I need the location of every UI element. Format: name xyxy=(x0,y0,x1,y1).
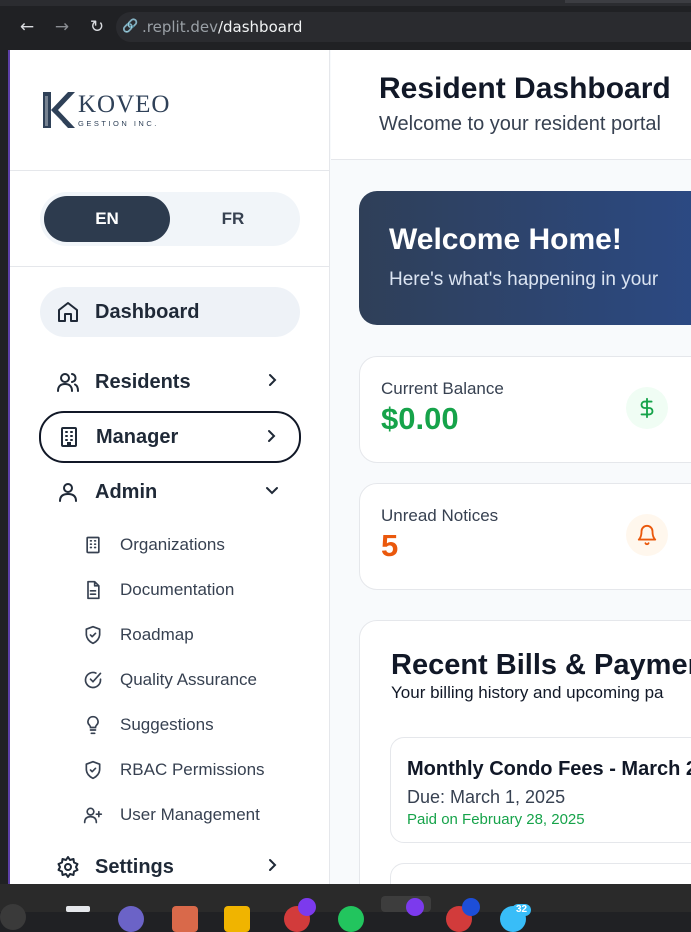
sidebar-subitem-rbac-permissions[interactable]: RBAC Permissions xyxy=(82,754,265,786)
welcome-title: Welcome Home! xyxy=(389,223,622,256)
sidebar-subitem-organizations[interactable]: Organizations xyxy=(82,529,225,561)
sidebar-subitem-roadmap[interactable]: Roadmap xyxy=(82,619,194,651)
page-title: Resident Dashboard xyxy=(379,72,671,105)
active-tab[interactable] xyxy=(565,0,691,3)
url-path: /dashboard xyxy=(217,18,303,36)
check-circle-icon xyxy=(82,669,104,691)
sidebar-item-label: Residents xyxy=(95,370,191,393)
dollar-icon xyxy=(626,387,668,429)
stat-label: Current Balance xyxy=(381,379,504,398)
shield-check-icon xyxy=(82,759,104,781)
app-icon[interactable] xyxy=(118,906,144,932)
lightbulb-icon xyxy=(82,714,104,736)
sidebar-subitem-quality-assurance[interactable]: Quality Assurance xyxy=(82,664,257,696)
sidebar-item-label: Settings xyxy=(95,855,174,878)
chevron-right-icon xyxy=(268,430,276,442)
sidebar-subitem-label: Roadmap xyxy=(120,625,194,644)
sidebar-divider xyxy=(10,266,330,267)
sidebar-item-label: Dashboard xyxy=(95,300,200,323)
sidebar-item-settings[interactable]: Settings xyxy=(40,842,300,884)
koveo-logo-mark-icon xyxy=(43,92,75,128)
language-en-button[interactable]: EN xyxy=(44,196,170,242)
profile-badge-icon xyxy=(406,898,424,916)
page-header: Resident Dashboard Welcome to your resid… xyxy=(331,50,691,160)
reload-icon[interactable]: ↻ xyxy=(86,16,108,38)
user-plus-icon xyxy=(82,804,104,826)
address-bar[interactable]: 🔗 .replit.dev/dashboard xyxy=(116,12,691,42)
current-balance-card[interactable]: Current Balance $0.00 xyxy=(359,356,691,463)
chevron-right-icon xyxy=(269,859,277,871)
recent-bills-card: Recent Bills & Paymen Your billing histo… xyxy=(359,620,691,884)
sidebar: KOVEO GESTION INC. EN FR Dashboard Resid… xyxy=(10,50,330,884)
document-icon xyxy=(82,579,104,601)
sidebar-item-manager[interactable]: Manager xyxy=(39,411,301,463)
logo-name: KOVEO xyxy=(78,90,171,118)
bills-subtitle: Your billing history and upcoming pa xyxy=(391,683,664,702)
stat-label: Unread Notices xyxy=(381,506,499,525)
gear-icon xyxy=(54,853,82,881)
user-icon xyxy=(54,478,82,506)
back-arrow-icon[interactable]: ← xyxy=(16,16,38,38)
url-host: .replit.dev xyxy=(142,18,218,36)
shield-icon xyxy=(82,624,104,646)
sidebar-item-admin[interactable]: Admin xyxy=(40,467,300,517)
bill-item[interactable] xyxy=(390,863,691,884)
sidebar-subitem-label: Suggestions xyxy=(120,715,214,734)
chevron-right-icon xyxy=(269,374,277,386)
logo-tagline: GESTION INC. xyxy=(78,118,159,128)
taskbar: 32 xyxy=(0,884,691,932)
bills-title: Recent Bills & Paymen xyxy=(391,649,691,681)
sidebar-subitem-user-management[interactable]: User Management xyxy=(82,799,260,831)
page-subtitle: Welcome to your resident portal xyxy=(379,113,661,135)
sidebar-item-label: Manager xyxy=(96,425,179,448)
users-icon xyxy=(54,368,82,396)
sidebar-subitem-label: Documentation xyxy=(120,580,235,599)
sidebar-subitem-documentation[interactable]: Documentation xyxy=(82,574,234,606)
app-window: KOVEO GESTION INC. EN FR Dashboard Resid… xyxy=(8,50,691,884)
logo-wordmark: KOVEO GESTION INC. xyxy=(78,90,171,128)
folder-icon[interactable] xyxy=(224,906,250,932)
stat-value: $0.00 xyxy=(381,401,459,436)
sidebar-subitem-label: User Management xyxy=(120,805,260,824)
building-icon xyxy=(82,534,104,556)
sidebar-subitem-label: RBAC Permissions xyxy=(120,760,265,779)
browser-toolbar: ← → ↻ 🔗 .replit.dev/dashboard xyxy=(0,0,691,50)
welcome-banner: Welcome Home! Here's what's happening in… xyxy=(359,191,691,325)
bell-icon xyxy=(626,514,668,556)
sidebar-subitem-label: Organizations xyxy=(120,535,225,554)
unread-notices-card[interactable]: Unread Notices 5 xyxy=(359,483,691,590)
sidebar-item-dashboard[interactable]: Dashboard xyxy=(40,287,300,337)
file-explorer-icon[interactable] xyxy=(66,906,90,912)
bill-due-date: Due: March 1, 2025 xyxy=(407,787,566,807)
sidebar-item-label: Admin xyxy=(95,480,158,503)
language-toggle: EN FR xyxy=(40,192,300,246)
chevron-down-icon xyxy=(266,487,278,495)
welcome-text: Here's what's happening in your xyxy=(389,269,659,290)
bill-item[interactable]: Monthly Condo Fees - March 2 Due: March … xyxy=(390,737,691,843)
bill-title: Monthly Condo Fees - March 2 xyxy=(407,758,691,780)
sidebar-subitem-suggestions[interactable]: Suggestions xyxy=(82,709,214,741)
sidebar-item-residents[interactable]: Residents xyxy=(40,357,300,407)
notification-count-badge: 32 xyxy=(512,904,532,916)
profile-badge-icon xyxy=(298,898,316,916)
sidebar-subitem-label: Quality Assurance xyxy=(120,670,258,689)
logo[interactable]: KOVEO GESTION INC. xyxy=(40,86,171,134)
start-icon[interactable] xyxy=(0,904,26,930)
stat-value: 5 xyxy=(381,528,399,563)
profile-badge-icon xyxy=(462,898,480,916)
app-icon[interactable] xyxy=(338,906,364,932)
bill-status: Paid on February 28, 2025 xyxy=(407,811,585,828)
sidebar-divider xyxy=(10,170,330,171)
building-icon xyxy=(55,423,83,451)
app-icon[interactable] xyxy=(172,906,198,932)
home-icon xyxy=(54,298,82,326)
main-content: Resident Dashboard Welcome to your resid… xyxy=(331,50,691,884)
forward-arrow-icon[interactable]: → xyxy=(51,16,73,38)
language-fr-button[interactable]: FR xyxy=(170,196,296,242)
link-icon: 🔗 xyxy=(122,19,139,34)
